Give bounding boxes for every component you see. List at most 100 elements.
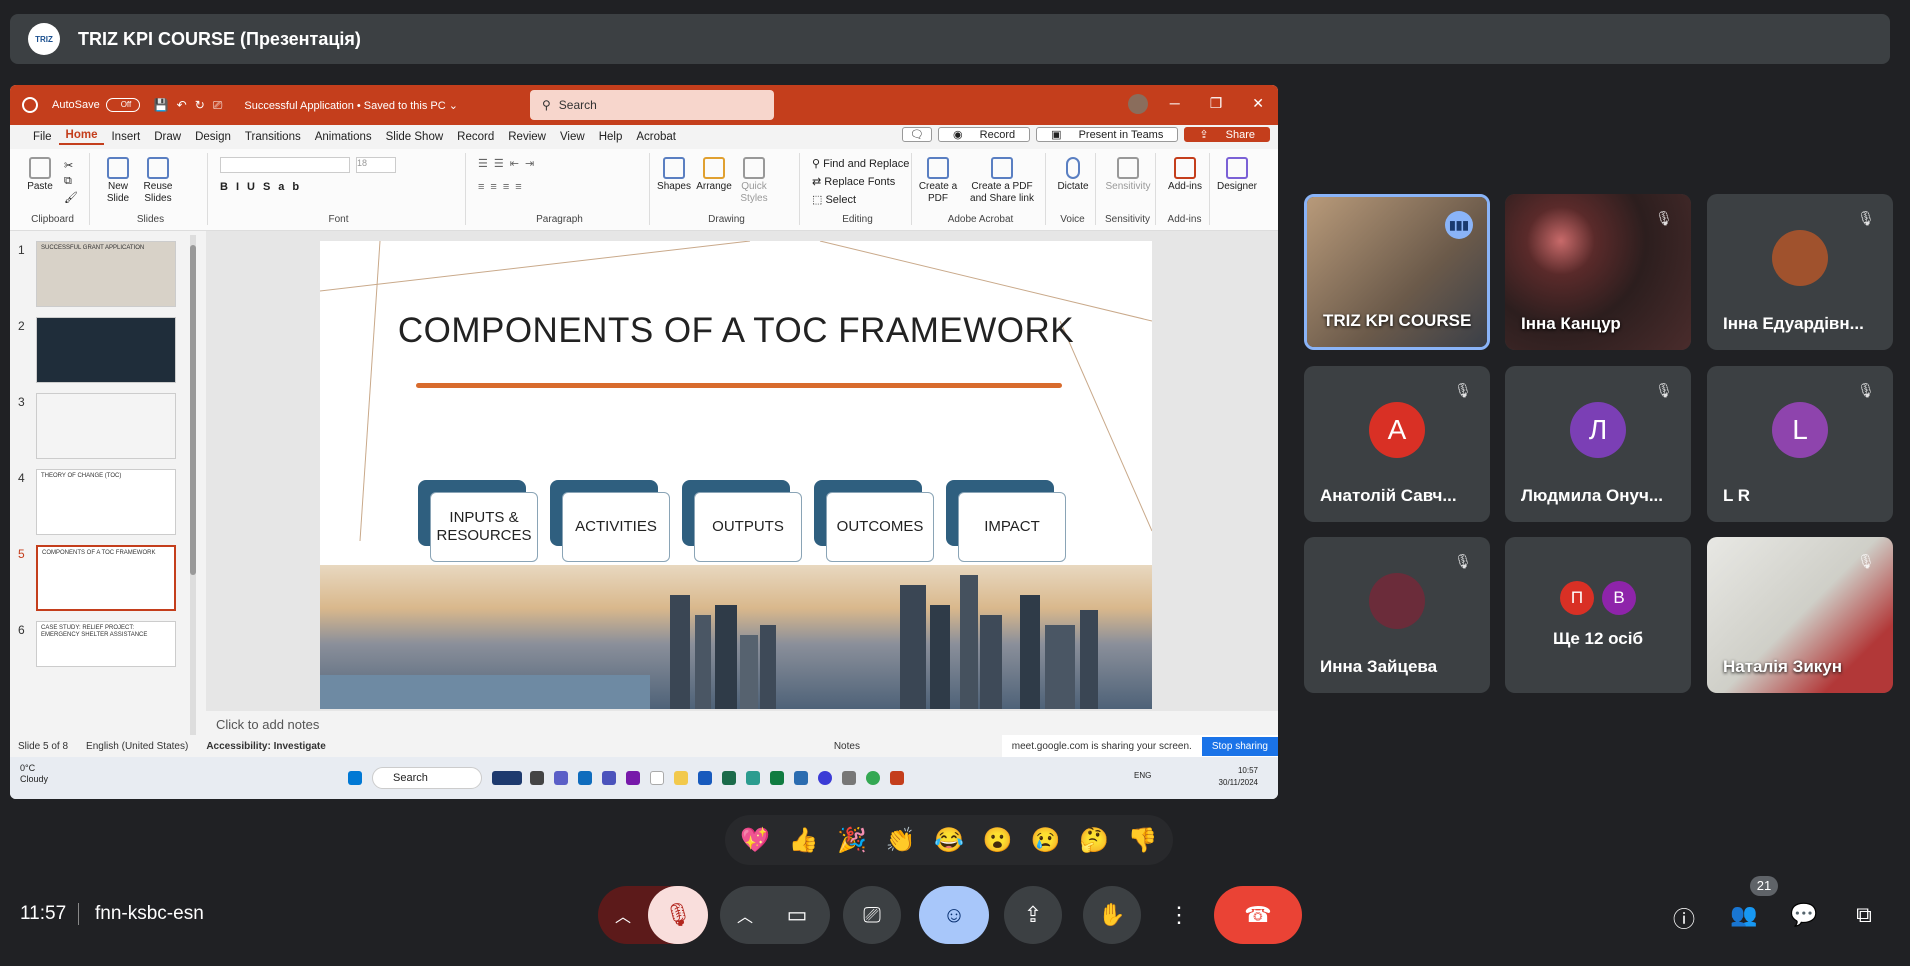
sensitivity-button[interactable]: Sensitivity (1102, 157, 1154, 193)
raise-hand-button[interactable]: ✋ (1083, 886, 1141, 944)
task-view-icon[interactable] (530, 771, 544, 785)
addins-button[interactable]: Add-ins (1164, 157, 1206, 193)
font-size-select[interactable]: 18 (356, 157, 396, 173)
reaction-emoji-button[interactable]: 😮 (977, 826, 1017, 855)
present-in-teams-button[interactable]: ▣ Present in Teams (1036, 127, 1179, 142)
word-icon[interactable] (698, 771, 712, 785)
people-icon[interactable]: 👥 (1730, 902, 1758, 928)
designer-button[interactable]: Designer (1214, 157, 1260, 193)
thumbnail-scrollbar[interactable] (190, 235, 196, 735)
onenote-icon[interactable] (626, 771, 640, 785)
activities-icon[interactable]: ⧉ (1850, 902, 1878, 928)
participant-tile[interactable]: ▮▮▮ TRIZ KPI COURSE (1304, 194, 1490, 350)
chrome-icon[interactable] (866, 771, 880, 785)
captions-button[interactable]: ⎚ (843, 886, 901, 944)
participant-tile[interactable]: 🎙 Инна Зайцева (1304, 537, 1490, 693)
ppt-user-avatar[interactable] (1128, 94, 1148, 114)
reaction-emoji-button[interactable]: 🤔 (1074, 826, 1114, 855)
slide-thumbnail[interactable]: THEORY OF CHANGE (TOC) (36, 469, 176, 535)
replace-fonts-button[interactable]: ⇄ Replace Fonts (812, 175, 895, 188)
present-screen-button[interactable]: ⇪ (1004, 886, 1062, 944)
find-replace-button[interactable]: ⚲ Find and Replace (812, 157, 909, 170)
slide-thumbnail[interactable]: CASE STUDY: RELIEF PROJECT: EMERGENCY SH… (36, 621, 176, 667)
news-widget-icon[interactable] (492, 771, 522, 785)
menu-tab-acrobat[interactable]: Acrobat (629, 131, 683, 143)
menu-tab-file[interactable]: File (26, 131, 59, 143)
select-button[interactable]: ⬚ Select (812, 193, 856, 206)
participant-tile[interactable]: 🎙 Інна Канцур (1505, 194, 1691, 350)
settings-icon[interactable] (842, 771, 856, 785)
reuse-slides-button[interactable]: Reuse Slides (138, 157, 178, 205)
participant-tile[interactable]: L 🎙 L R (1707, 366, 1893, 522)
create-pdf-share-button[interactable]: Create a PDF and Share link (962, 157, 1042, 205)
shapes-button[interactable]: Shapes (656, 157, 692, 193)
comments-button[interactable]: 🗨 (902, 127, 932, 142)
notes-pane[interactable]: Click to add notes (206, 713, 1278, 737)
participant-tile[interactable]: 🎙 Інна Едуардівн... (1707, 194, 1893, 350)
menu-tab-view[interactable]: View (553, 131, 592, 143)
teams-icon[interactable] (554, 771, 568, 785)
menu-tab-design[interactable]: Design (188, 131, 238, 143)
quick-styles-button[interactable]: Quick Styles (736, 157, 772, 205)
slide-thumbnail[interactable]: COMPONENTS OF A TOC FRAMEWORK (36, 545, 176, 611)
maximize-icon[interactable]: ❐ (1210, 95, 1223, 112)
participant-tile[interactable]: А 🎙 Анатолій Савч... (1304, 366, 1490, 522)
shared-screen-powerpoint[interactable]: AutoSave Off 💾↶↻⎚ Successful Application… (10, 85, 1278, 799)
reaction-emoji-button[interactable]: 🎉 (832, 826, 872, 855)
browser-icon[interactable] (818, 771, 832, 785)
arrange-button[interactable]: Arrange (694, 157, 734, 193)
stop-sharing-button[interactable]: Stop sharing (1201, 736, 1278, 756)
reaction-emoji-button[interactable]: 👏 (881, 826, 921, 855)
menu-tab-transitions[interactable]: Transitions (238, 131, 308, 143)
participant-tile[interactable]: Л 🎙 Людмила Онуч... (1505, 366, 1691, 522)
maps-icon[interactable] (794, 771, 808, 785)
mic-options-chevron-icon[interactable]: ︿ (598, 903, 648, 927)
list-buttons[interactable]: ☰☰⇤⇥ (478, 157, 540, 170)
current-slide[interactable]: COMPONENTS OF A TOC FRAMEWORK INPUTS & R… (320, 241, 1152, 709)
reaction-emoji-button[interactable]: 💖 (735, 826, 775, 855)
mic-off-button[interactable]: 🎙 (648, 886, 708, 944)
slide-thumbnail[interactable] (36, 317, 176, 383)
file-explorer-icon[interactable] (674, 771, 688, 785)
reaction-emoji-button[interactable]: 😢 (1026, 826, 1066, 855)
cut-icon[interactable]: ✂ (64, 159, 73, 172)
outlook-icon[interactable] (578, 771, 592, 785)
autosave-toggle[interactable]: Off (105, 98, 140, 112)
slide-thumbnail[interactable] (36, 393, 176, 459)
taskbar-clock[interactable]: 10:57 30/11/2024 (1219, 765, 1258, 789)
font-style-buttons[interactable]: BIUSab (220, 181, 307, 193)
create-pdf-button[interactable]: Create a PDF (918, 157, 958, 205)
emoji-reactions-button[interactable]: ☺ (919, 886, 989, 944)
menu-tab-review[interactable]: Review (501, 131, 553, 143)
quick-access-icons[interactable]: 💾↶↻⎚ (154, 98, 231, 113)
record-button[interactable]: ◉ Record (937, 127, 1031, 142)
font-family-select[interactable] (220, 157, 350, 173)
menu-tab-insert[interactable]: Insert (104, 131, 147, 143)
format-painter-icon[interactable]: 🖌 (64, 191, 78, 204)
more-options-button[interactable]: ⋮ (1155, 886, 1203, 944)
excel-icon[interactable] (770, 771, 784, 785)
store-icon[interactable] (722, 771, 736, 785)
close-icon[interactable]: ✕ (1252, 95, 1264, 112)
weather-widget[interactable]: 0°C Cloudy (20, 763, 48, 785)
keyboard-language[interactable]: ENG (1134, 771, 1151, 780)
thumbnail-scroll-thumb[interactable] (190, 245, 196, 575)
leave-call-button[interactable]: ☎ (1214, 886, 1302, 944)
windows-start-icon[interactable] (348, 771, 362, 785)
chat-icon[interactable]: 💬 (1790, 902, 1818, 928)
document-name[interactable]: Successful Application • Saved to this P… (244, 99, 458, 112)
edge-icon[interactable] (746, 771, 760, 785)
menu-tab-draw[interactable]: Draw (147, 131, 188, 143)
meeting-info-icon[interactable]: ⓘ (1670, 902, 1698, 934)
ppt-search-box[interactable]: ⚲ Search (530, 90, 774, 120)
reaction-emoji-button[interactable]: 👍 (784, 826, 824, 855)
camera-options-chevron-icon[interactable]: ︿ (723, 903, 767, 927)
menu-tab-home[interactable]: Home (58, 129, 105, 145)
powerpoint-taskbar-icon[interactable] (890, 771, 904, 785)
minimize-icon[interactable]: ─ (1170, 95, 1180, 112)
menu-tab-record[interactable]: Record (450, 131, 501, 143)
reaction-emoji-button[interactable]: 👎 (1123, 826, 1163, 855)
reaction-emoji-button[interactable]: 😂 (929, 826, 969, 855)
participant-tile[interactable]: П В Ще 12 осіб (1505, 537, 1691, 693)
teams-app-icon[interactable] (602, 771, 616, 785)
